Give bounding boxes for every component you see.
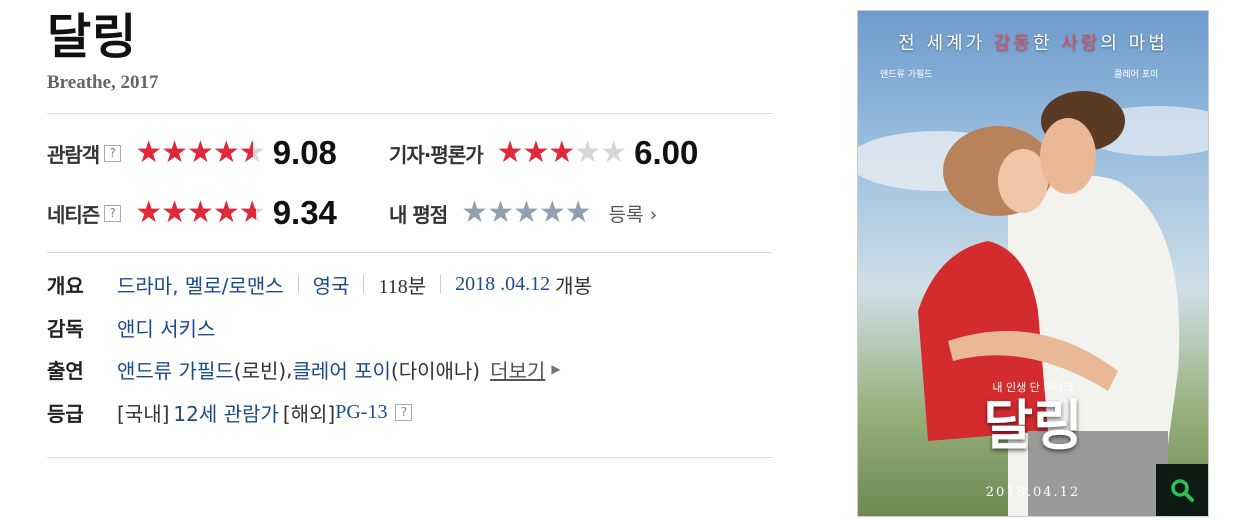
zoom-button[interactable] [1156,464,1208,516]
netizen-score: 9.34 [272,194,337,231]
cast-role: (다이애나) [390,358,481,383]
info-cast: 출연 앤드류 가필드 (로빈) , 클레어 포이 (다이애나) 더보기 ▶ [47,353,561,385]
original-title-year: Breathe, 2017 [47,72,159,93]
summary-label: 개요 [47,273,84,298]
divider-top [47,113,773,114]
separator [297,275,299,293]
director-link[interactable]: 앤디 서키스 [117,313,215,342]
divider-bottom [47,457,773,458]
star-filled-icon: ★★★★★ [135,136,253,170]
audience-stars: ★★★★★ ★★★★★ [135,136,265,170]
help-icon[interactable]: ? [104,204,122,222]
cast-label: 출연 [47,358,84,383]
help-icon[interactable]: ? [395,403,413,421]
my-rating-label: 내 평점 [389,202,448,227]
cast-actor-link[interactable]: 클레어 포이 [293,355,391,384]
rating-critic: 기자·평론가 ★★★★★ ★★★★★ 6.00 [389,133,698,173]
help-icon[interactable]: ? [104,144,122,162]
poster-logo: 달링 [983,394,1083,457]
release-date-link[interactable]: 2018 .04.12 [455,273,550,296]
info-grade: 등급 [국내] 12세 관람가 [해외] PG-13 ? [47,396,413,428]
star-filled-icon: ★★★★★ [496,136,575,170]
register-label[interactable]: 등록 [609,204,644,226]
critic-stars: ★★★★★ ★★★★★ [496,136,627,170]
overseas-prefix: [해외] [282,401,336,426]
critic-score: 6.00 [634,134,699,171]
rating-audience: 관람객 ? ★★★★★ ★★★★★ 9.08 [47,133,337,173]
release-suffix: 개봉 [555,273,592,298]
audience-score: 9.08 [272,134,337,171]
grade-label: 등급 [47,401,84,426]
director-label: 감독 [47,316,84,341]
country-link[interactable]: 영국 [313,270,350,299]
chevron-right-icon: › [643,203,658,226]
movie-poster[interactable]: 전 세계가 감동한 사랑의 마법 앤드류 가필드 클레어 포이 내 인생 단 하… [857,10,1209,517]
info-summary: 개요 드라마, 멜로/로맨스 영국 118분 2018 .04.12 개봉 [47,268,592,300]
rating-mine: 내 평점 ★★★★★ 등록 › [389,193,657,233]
star-outline-icon[interactable]: ★★★★★ [461,195,591,230]
runtime: 118분 [378,275,427,298]
search-icon [1171,479,1194,502]
more-cast-link[interactable]: 더보기 [490,355,545,384]
netizen-label: 네티즌 [47,202,100,227]
audience-label: 관람객 [47,142,100,167]
my-rating-stars[interactable]: ★★★★★ [461,195,591,230]
star-filled-icon: ★★★★★ [135,196,257,230]
divider-middle [47,252,773,253]
poster-tagline: 전 세계가 감동한 사랑의 마법 [898,33,1168,54]
netizen-stars: ★★★★★ ★★★★★ [135,196,265,230]
poster-credit-left: 앤드류 가필드 [880,70,933,80]
separator [363,275,365,293]
movie-title: 달링 [47,9,138,65]
rating-netizen: 네티즌 ? ★★★★★ ★★★★★ 9.34 [47,193,337,233]
separator [440,275,442,293]
genre-link[interactable]: 드라마, 멜로/로맨스 [117,270,284,299]
caret-right-icon: ▶ [551,362,561,376]
domestic-grade-link[interactable]: 12세 관람가 [173,398,278,427]
cast-role: (로빈) [233,358,287,383]
register-rating-link[interactable]: 등록 › [609,200,658,227]
domestic-prefix: [국내] [117,401,170,426]
info-director: 감독 앤디 서키스 [47,311,215,343]
cast-actor-link[interactable]: 앤드류 가필드 [117,355,234,384]
overseas-grade-link[interactable]: PG-13 [335,401,387,424]
critic-label: 기자·평론가 [389,142,484,167]
poster-credit-right: 클레어 포이 [1114,70,1159,80]
